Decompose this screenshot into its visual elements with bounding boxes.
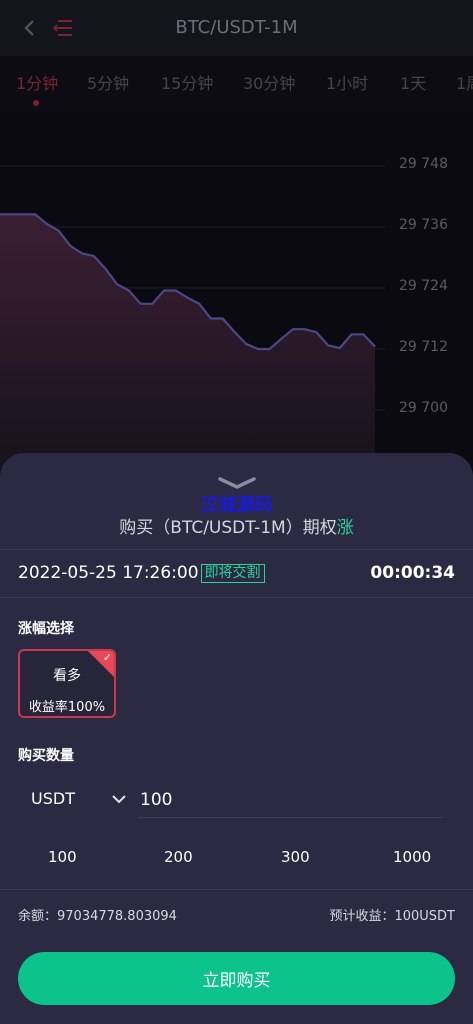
quick-amount-300[interactable]: 300: [281, 848, 310, 866]
y-tick-label: 29 712: [399, 339, 448, 355]
tab-1min[interactable]: 1分钟: [16, 70, 58, 94]
y-tick-label: 29 748: [399, 156, 448, 172]
sheet-title: 购买（BTC/USDT-1M）期权涨: [0, 513, 473, 538]
price-chart[interactable]: 29 748 29 736 29 724 29 712 29 700: [0, 112, 473, 473]
divider: [0, 889, 473, 890]
settlement-datetime: 2022-05-25 17:26:00: [18, 563, 199, 583]
quick-amount-1000[interactable]: 1000: [393, 848, 431, 866]
page-title: BTC/USDT-1M: [175, 17, 298, 38]
tab-30min[interactable]: 30分钟: [243, 70, 295, 94]
divider: [0, 597, 473, 598]
top-bar: BTC/USDT-1M: [0, 0, 473, 56]
balance-text: 余额：97034778.803094: [18, 909, 177, 924]
y-tick-label: 29 724: [399, 278, 448, 294]
tab-1hour[interactable]: 1小时: [326, 70, 368, 94]
direction-word: 涨: [336, 518, 354, 538]
settlement-time-row: 2022-05-25 17:26:00 即将交割: [18, 563, 265, 583]
tab-5min[interactable]: 5分钟: [87, 70, 129, 94]
option-card-call[interactable]: ✓ 看多 收益率100%: [18, 649, 116, 718]
currency-select[interactable]: USDT: [31, 789, 75, 808]
tab-1week[interactable]: 1周: [456, 70, 473, 94]
chevron-down-icon[interactable]: [111, 792, 127, 806]
quick-amount-200[interactable]: 200: [164, 848, 193, 866]
check-icon: ✓: [102, 651, 112, 664]
tab-1day[interactable]: 1天: [400, 70, 426, 94]
amount-input[interactable]: [139, 782, 443, 818]
active-tab-indicator: [33, 100, 39, 106]
quantity-label: 购买数量: [18, 748, 74, 764]
buy-now-button[interactable]: 立即购买: [18, 952, 455, 1005]
expected-profit-text: 预计收益：100USDT: [329, 909, 455, 924]
option-rate: 收益率100%: [28, 700, 106, 715]
tab-15min[interactable]: 15分钟: [161, 70, 213, 94]
range-select-label: 涨幅选择: [18, 621, 74, 637]
countdown-timer: 00:00:34: [370, 563, 455, 583]
option-label: 看多: [53, 668, 81, 684]
y-tick-label: 29 736: [399, 217, 448, 233]
y-tick-label: 29 700: [399, 400, 448, 416]
divider: [0, 549, 473, 550]
buy-sheet: 汉城源码 购买（BTC/USDT-1M）期权涨 2022-05-25 17:26…: [0, 453, 473, 1024]
sheet-title-text: 购买（BTC/USDT-1M）期权: [119, 518, 337, 538]
price-area: [0, 214, 375, 473]
quick-amount-100[interactable]: 100: [48, 848, 77, 866]
status-badge: 即将交割: [200, 564, 265, 583]
interval-tabs: 1分钟 5分钟 15分钟 30分钟 1小时 1天 1周: [0, 56, 473, 112]
collapse-chevron-icon[interactable]: [216, 473, 258, 493]
